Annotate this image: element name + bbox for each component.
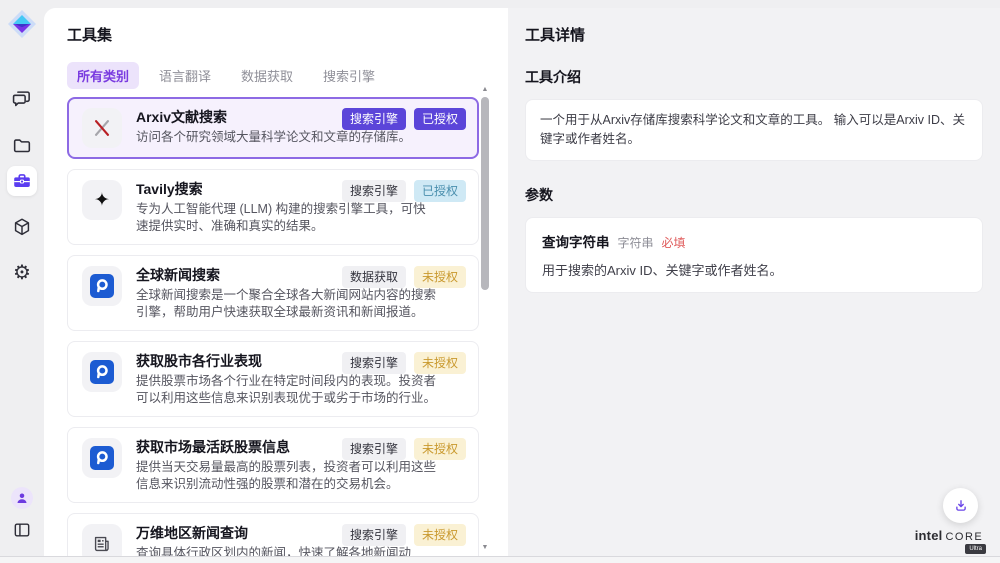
user-avatar[interactable] xyxy=(11,487,33,509)
scroll-up-icon[interactable]: ▲ xyxy=(482,85,489,95)
tab-language-translation[interactable]: 语言翻译 xyxy=(149,62,221,89)
tavily-icon: ✦ xyxy=(82,180,122,220)
window-bottom-edge xyxy=(0,556,1000,563)
tab-data-acquisition[interactable]: 数据获取 xyxy=(231,62,303,89)
toolbox-icon[interactable] xyxy=(7,166,37,196)
main-content: 工具集 所有类别 语言翻译 数据获取 搜索引擎 A xyxy=(44,8,1000,563)
tool-description: 提供股票市场各个行业在特定时间段内的表现。投资者可以利用这些信息来识别表现优于或… xyxy=(136,373,438,406)
tab-all-categories[interactable]: 所有类别 xyxy=(67,62,139,89)
folder-icon[interactable] xyxy=(7,131,37,161)
app-logo-icon xyxy=(7,9,37,39)
parameter-card: 查询字符串 字符串 必填 用于搜索的Arxiv ID、关键字或作者姓名。 xyxy=(525,217,983,293)
core-wordmark: core xyxy=(945,531,983,543)
category-badge: 搜索引擎 xyxy=(342,180,406,202)
category-badge: 搜索引擎 xyxy=(342,108,406,130)
list-scrollbar[interactable]: ▲ ▼ xyxy=(479,85,491,553)
intel-wordmark: intel xyxy=(915,528,943,543)
scrollbar-thumb[interactable] xyxy=(481,97,489,290)
intel-core-logo: intel core Ultra xyxy=(910,528,988,554)
tool-card-tavily[interactable]: ✦ Tavily搜索 专为人工智能代理 (LLM) 构建的搜索引擎工具，可快速提… xyxy=(67,169,479,245)
intro-heading: 工具介绍 xyxy=(525,67,983,87)
download-button[interactable] xyxy=(943,488,978,523)
tool-description: 专为人工智能代理 (LLM) 构建的搜索引擎工具，可快速提供实时、准确和真实的结… xyxy=(136,201,438,234)
tool-card-sector-performance[interactable]: 获取股市各行业表现 提供股票市场各个行业在特定时间段内的表现。投资者可以利用这些… xyxy=(67,341,479,417)
panel-toggle-icon[interactable] xyxy=(7,515,37,545)
category-tabs: 所有类别 语言翻译 数据获取 搜索引擎 xyxy=(67,62,508,89)
arxiv-icon xyxy=(82,108,122,148)
chat-icon[interactable] xyxy=(7,84,37,114)
param-required-flag: 必填 xyxy=(662,234,686,251)
scroll-down-icon[interactable]: ▼ xyxy=(482,543,489,553)
auth-status-badge: 未授权 xyxy=(414,438,466,460)
page-title: 工具集 xyxy=(67,24,508,45)
auth-status-badge: 未授权 xyxy=(414,524,466,546)
auth-status-badge: 未授权 xyxy=(414,266,466,288)
auth-status-badge: 未授权 xyxy=(414,352,466,374)
tool-intro-text: 一个用于从Arxiv存储库搜索科学论文和文章的工具。 输入可以是Arxiv ID… xyxy=(540,113,965,146)
cube-icon[interactable] xyxy=(7,212,37,242)
provider-icon xyxy=(82,352,122,392)
tool-intro-card: 一个用于从Arxiv存储库搜索科学论文和文章的工具。 输入可以是Arxiv ID… xyxy=(525,99,983,161)
params-heading: 参数 xyxy=(525,185,983,205)
provider-icon xyxy=(82,438,122,478)
tool-card-global-news[interactable]: 全球新闻搜索 全球新闻搜索是一个聚合全球各大新闻网站内容的搜索引擎，帮助用户快速… xyxy=(67,255,479,331)
tool-description: 全球新闻搜索是一个聚合全球各大新闻网站内容的搜索引擎，帮助用户快速获取全球最新资… xyxy=(136,287,438,320)
category-badge: 搜索引擎 xyxy=(342,352,406,374)
provider-icon xyxy=(82,266,122,306)
detail-title: 工具详情 xyxy=(525,24,983,45)
tab-search-engine[interactable]: 搜索引擎 xyxy=(313,62,385,89)
param-description: 用于搜索的Arxiv ID、关键字或作者姓名。 xyxy=(542,260,966,279)
tool-list-pane: 工具集 所有类别 语言翻译 数据获取 搜索引擎 A xyxy=(44,8,508,563)
category-badge: 数据获取 xyxy=(342,266,406,288)
scrollbar-track[interactable] xyxy=(479,95,491,543)
category-badge: 搜索引擎 xyxy=(342,438,406,460)
auth-status-badge: 已授权 xyxy=(414,108,466,130)
param-name: 查询字符串 xyxy=(542,231,610,251)
tool-description: 提供当天交易量最高的股票列表，投资者可以利用这些信息来识别流动性强的股票和潜在的… xyxy=(136,459,438,492)
gear-icon[interactable]: ⚙ xyxy=(7,258,37,288)
tool-description: 访问各个研究领域大量科学论文和文章的存储库。 xyxy=(136,129,438,146)
tool-card-arxiv[interactable]: Arxiv文献搜索 访问各个研究领域大量科学论文和文章的存储库。 搜索引擎 已授… xyxy=(67,97,479,159)
tool-card-list: Arxiv文献搜索 访问各个研究领域大量科学论文和文章的存储库。 搜索引擎 已授… xyxy=(67,97,479,563)
category-badge: 搜索引擎 xyxy=(342,524,406,546)
auth-status-badge: 已授权 xyxy=(414,180,466,202)
param-type: 字符串 xyxy=(618,234,654,251)
tool-detail-pane: 工具详情 工具介绍 一个用于从Arxiv存储库搜索科学论文和文章的工具。 输入可… xyxy=(508,8,1000,563)
sidebar-rail: ⚙ xyxy=(0,0,44,563)
ultra-badge: Ultra xyxy=(965,544,986,554)
tool-card-active-stocks[interactable]: 获取市场最活跃股票信息 提供当天交易量最高的股票列表，投资者可以利用这些信息来识… xyxy=(67,427,479,503)
app-window: ⚙ 工具集 所有类别 语言翻译 数据获取 搜索引擎 xyxy=(0,0,1000,563)
